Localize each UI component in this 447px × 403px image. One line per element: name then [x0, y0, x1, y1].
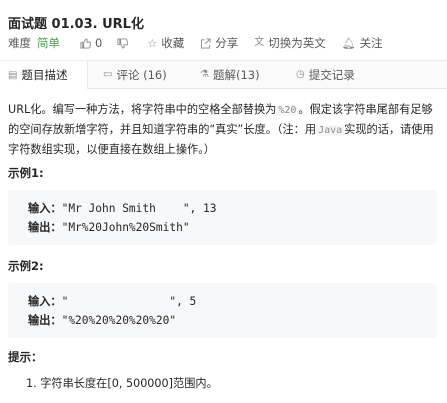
tab-label: 题目描述	[21, 68, 68, 82]
document-icon: ▤	[8, 69, 18, 81]
share-label: 分享	[215, 36, 239, 50]
translate-icon: 文	[254, 37, 265, 48]
translate-label: 切换为英文	[268, 36, 326, 50]
tab-solutions[interactable]: ⚗ 题解(13)	[200, 61, 260, 88]
difficulty-badge: 简单	[37, 36, 60, 50]
problem-meta-bar: 难度 简单 0 ☆ 收藏 分享 文 切换为英文 🔔︎ 关注	[8, 35, 383, 51]
favorite-button[interactable]: ☆ 收藏	[147, 35, 184, 51]
thumbs-up-icon	[80, 37, 91, 49]
difficulty-label: 难度	[8, 36, 31, 50]
tab-description[interactable]: ▤ 题目描述	[0, 61, 88, 89]
tab-submissions[interactable]: ◷ 提交记录	[296, 61, 355, 88]
clock-icon: ◷	[296, 69, 305, 80]
like-button[interactable]: 0	[80, 36, 102, 50]
problem-tabs: ▤ 题目描述 ▭ 评论 (16) ⚗ 题解(13) ◷ 提交记录	[0, 60, 447, 89]
flask-icon: ⚗	[200, 69, 209, 80]
dislike-button[interactable]	[117, 37, 132, 49]
share-button[interactable]: 分享	[200, 35, 238, 51]
tab-label: 题解(13)	[212, 67, 260, 82]
example-output-line: 输出："%20%20%20%20%20"	[28, 314, 177, 327]
tip-list-item: 1. 字符串长度在[0, 500000]范围内。	[26, 377, 218, 390]
example-heading: 示例2:	[8, 259, 44, 273]
example-output-line: 输出："Mr%20John%20Smith"	[28, 221, 190, 234]
example-code-block: 输入："Mr John Smith ", 13 输出："Mr%20John%20…	[8, 190, 437, 245]
favorite-label: 收藏	[161, 36, 185, 50]
tab-label: 评论 (16)	[116, 67, 167, 82]
thumbs-down-icon	[117, 37, 129, 49]
example-code-block: 输入：" ", 5 输出："%20%20%20%20%20"	[8, 283, 437, 338]
share-icon	[201, 37, 211, 49]
problem-description: URL化。编写一种方法，将字符串中的空格全部替换为 %20 。假定该字符串尾部有足够…	[8, 103, 434, 156]
inline-code: Java	[316, 125, 345, 136]
example-input-line: 输入："Mr John Smith ", 13	[28, 202, 217, 215]
star-icon: ☆	[147, 36, 158, 50]
bell-icon: 🔔︎	[341, 36, 356, 50]
tips-heading: 提示：	[8, 350, 43, 364]
translate-button[interactable]: 文 切换为英文	[254, 35, 326, 51]
example-heading: 示例1:	[8, 166, 44, 180]
problem-title: 面试题 01.03. URL化	[8, 17, 144, 32]
tab-comments[interactable]: ▭ 评论 (16)	[103, 61, 167, 88]
follow-button[interactable]: 🔔︎ 关注	[342, 35, 383, 51]
like-count: 0	[95, 36, 103, 50]
comment-icon: ▭	[103, 69, 113, 80]
follow-label: 关注	[359, 36, 383, 50]
inline-code: %20	[276, 105, 299, 116]
example-input-line: 输入：" ", 5	[28, 295, 197, 308]
tab-label: 提交记录	[308, 67, 355, 82]
